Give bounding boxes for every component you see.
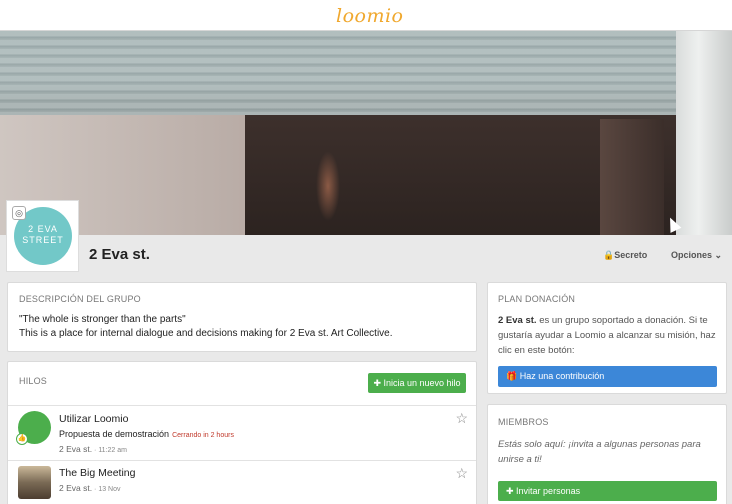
plus-icon: ✚ xyxy=(506,486,517,496)
options-dropdown[interactable]: Opciones ⌄ xyxy=(671,250,722,261)
donation-plan-card: PLAN DONACIÓN 2 Eva st. es un grupo sopo… xyxy=(487,282,727,394)
members-empty-text: Estás solo aquí: ¡invita a algunas perso… xyxy=(498,439,701,465)
group-avatar[interactable]: 2 EVA STREET ◎ xyxy=(6,200,79,272)
privacy-status[interactable]: 🔒Secreto xyxy=(603,250,647,261)
members-label: MIEMBROS xyxy=(498,417,549,427)
group-description-card: DESCRIPCIÓN DEL GRUPO "The whole is stro… xyxy=(7,282,477,352)
members-card: MIEMBROS Estás solo aquí: ¡invita a algu… xyxy=(487,404,727,504)
new-thread-button[interactable]: ✚ Inicia un nuevo hilo xyxy=(368,373,466,393)
user-avatar xyxy=(18,466,51,499)
thumbs-up-icon: 👍 xyxy=(16,433,28,445)
description-body: This is a place for internal dialogue an… xyxy=(19,328,393,339)
thread-item[interactable]: The Big Meeting 2 Eva st. · 13 Nov ☆ xyxy=(8,461,476,504)
thread-item[interactable]: 👍 Utilizar Loomio Propuesta de demostrac… xyxy=(8,406,476,461)
chevron-down-icon: ⌄ xyxy=(712,250,723,260)
camera-icon[interactable]: ◎ xyxy=(12,206,26,220)
description-label: DESCRIPCIÓN DEL GRUPO xyxy=(19,294,141,304)
plan-text: 2 Eva st. es un grupo soportado a donaci… xyxy=(498,315,716,356)
closing-time: Cerrando in 2 hours xyxy=(172,432,234,439)
loomio-logo[interactable]: loomio xyxy=(336,5,404,27)
plus-icon: ✚ xyxy=(373,378,384,388)
thread-title[interactable]: Utilizar Loomio xyxy=(59,413,128,425)
threads-card: HILOS ✚ Inicia un nuevo hilo 👍 Utilizar … xyxy=(7,361,477,504)
group-name: 2 Eva st. xyxy=(89,246,150,263)
thread-meta: 2 Eva st. · 11:22 am xyxy=(59,444,127,454)
gift-icon: 🎁 xyxy=(506,371,520,381)
contribute-button[interactable]: 🎁 Haz una contribución xyxy=(498,366,717,387)
thread-meta: 2 Eva st. · 13 Nov xyxy=(59,483,121,493)
star-icon[interactable]: ☆ xyxy=(455,410,468,427)
invite-people-button[interactable]: ✚ Invitar personas xyxy=(498,481,717,501)
top-navbar: loomio xyxy=(0,0,732,31)
proposal-name: Propuesta de demostración xyxy=(59,429,170,439)
star-icon[interactable]: ☆ xyxy=(455,465,468,482)
cover-photo xyxy=(0,31,732,235)
description-quote: "The whole is stronger than the parts" xyxy=(19,314,186,325)
thread-title[interactable]: The Big Meeting xyxy=(59,467,135,479)
plan-label: PLAN DONACIÓN xyxy=(498,294,576,304)
lock-icon: 🔒 xyxy=(603,250,615,260)
